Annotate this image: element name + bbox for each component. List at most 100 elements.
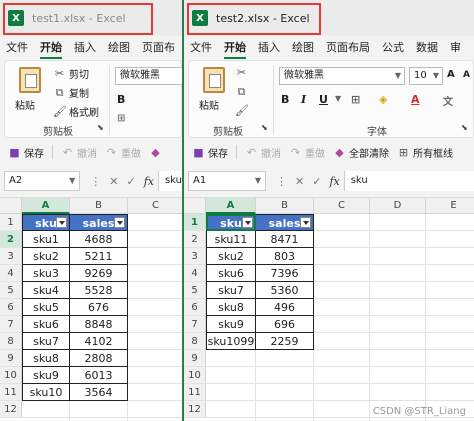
paste-button[interactable]: 粘贴: [199, 97, 219, 112]
sku-cell[interactable]: sku6: [206, 265, 256, 282]
row-header-7[interactable]: 7: [184, 316, 206, 333]
sales-cell[interactable]: 5528: [70, 282, 128, 299]
dialog-launcher-icon[interactable]: ⬊: [97, 123, 104, 132]
sku-cell[interactable]: sku11: [206, 231, 256, 248]
sku-cell[interactable]: sku6: [22, 316, 70, 333]
enter-icon[interactable]: ✓: [126, 175, 135, 188]
select-all-corner[interactable]: [0, 198, 22, 214]
row-header-3[interactable]: 3: [0, 248, 22, 265]
chevron-down-icon[interactable]: ▼: [335, 94, 341, 103]
tab-page-layout[interactable]: 页面布: [136, 38, 181, 58]
brush-icon[interactable]: 🖌: [235, 104, 251, 117]
row-header-12[interactable]: 12: [0, 401, 22, 418]
row-header-2[interactable]: 2: [184, 231, 206, 248]
column-header-b[interactable]: B: [256, 198, 314, 214]
save-button[interactable]: ■ 保存: [192, 145, 228, 160]
tab-data[interactable]: 数据: [410, 38, 444, 58]
sku-cell[interactable]: sku9: [206, 316, 256, 333]
column-header-a[interactable]: A: [22, 198, 70, 214]
sales-cell[interactable]: 5211: [70, 248, 128, 265]
row-header-10[interactable]: 10: [0, 367, 22, 384]
bold-button[interactable]: B: [281, 93, 289, 106]
filter-dropdown-icon[interactable]: [242, 217, 253, 228]
dialog-launcher-icon[interactable]: ⬊: [461, 123, 468, 132]
sku-cell[interactable]: sku3: [22, 265, 70, 282]
sku-cell[interactable]: sku1: [22, 231, 70, 248]
bold-button[interactable]: B: [117, 93, 125, 106]
paste-icon[interactable]: [19, 67, 41, 93]
format-painter-button[interactable]: 🖌 格式刷: [53, 104, 99, 119]
table-header-cell[interactable]: sku: [206, 214, 256, 231]
tab-file[interactable]: 文件: [0, 38, 34, 58]
row-header-1[interactable]: 1: [0, 214, 22, 231]
border-button[interactable]: ⊞: [117, 113, 125, 124]
insert-function-icon[interactable]: fx: [329, 175, 339, 188]
column-header-d[interactable]: D: [370, 198, 426, 214]
sales-cell[interactable]: 696: [256, 316, 314, 333]
fill-color-icon[interactable]: ◈: [379, 93, 387, 106]
sales-cell[interactable]: 803: [256, 248, 314, 265]
font-size-combo[interactable]: 10 ▼: [409, 67, 443, 85]
undo-button[interactable]: ↶ 撤消: [245, 145, 281, 160]
row-header-5[interactable]: 5: [184, 282, 206, 299]
sales-cell[interactable]: 7396: [256, 265, 314, 282]
tab-file[interactable]: 文件: [184, 38, 218, 58]
copy-button[interactable]: ⧉ 复制: [53, 85, 89, 100]
filter-dropdown-icon[interactable]: [114, 217, 125, 228]
clear-all-button[interactable]: ◆ 全部清除: [333, 145, 389, 160]
sku-cell[interactable]: sku8: [206, 299, 256, 316]
font-name-combo[interactable]: 微软雅黑 ▼: [279, 67, 405, 85]
tab-page-layout[interactable]: 页面布局: [320, 38, 376, 58]
row-header-7[interactable]: 7: [0, 316, 22, 333]
insert-function-icon[interactable]: fx: [144, 175, 154, 188]
row-header-1[interactable]: 1: [184, 214, 206, 231]
row-header-6[interactable]: 6: [184, 299, 206, 316]
font-name-combo[interactable]: 微软雅黑: [115, 67, 182, 85]
font-color-icon[interactable]: A: [411, 93, 420, 106]
save-button[interactable]: ■ 保存: [8, 145, 44, 160]
tab-formulas[interactable]: 公式: [376, 38, 410, 58]
name-box[interactable]: A2 ▼: [4, 171, 81, 191]
cancel-icon[interactable]: ✕: [295, 175, 304, 188]
table-header-cell[interactable]: sku: [22, 214, 70, 231]
select-all-corner[interactable]: [184, 198, 206, 214]
dialog-launcher-icon[interactable]: ⬊: [261, 123, 268, 132]
phonetic-icon[interactable]: 文: [443, 93, 453, 108]
enter-icon[interactable]: ✓: [312, 175, 321, 188]
sales-cell[interactable]: 4688: [70, 231, 128, 248]
row-header-11[interactable]: 11: [184, 384, 206, 401]
sku-cell[interactable]: sku1099: [206, 333, 256, 350]
filter-dropdown-icon[interactable]: [300, 217, 311, 228]
redo-button[interactable]: ↷ 重做: [105, 145, 141, 160]
formula-input[interactable]: sku: [157, 171, 182, 191]
sales-cell[interactable]: 2808: [70, 350, 128, 367]
row-header-4[interactable]: 4: [0, 265, 22, 282]
all-borders-button[interactable]: ⊞ 所有框线: [397, 145, 453, 160]
sku-cell[interactable]: sku7: [22, 333, 70, 350]
sales-cell[interactable]: 676: [70, 299, 128, 316]
table-header-cell[interactable]: sales: [256, 214, 314, 231]
copy-icon[interactable]: ⧉: [235, 85, 251, 98]
row-header-9[interactable]: 9: [0, 350, 22, 367]
row-header-9[interactable]: 9: [184, 350, 206, 367]
cancel-icon[interactable]: ✕: [109, 175, 118, 188]
row-header-10[interactable]: 10: [184, 367, 206, 384]
sales-cell[interactable]: 8848: [70, 316, 128, 333]
row-header-6[interactable]: 6: [0, 299, 22, 316]
sku-cell[interactable]: sku2: [206, 248, 256, 265]
eraser-icon[interactable]: ◆: [149, 146, 165, 159]
underline-button[interactable]: U: [319, 93, 328, 106]
sku-cell[interactable]: sku8: [22, 350, 70, 367]
sku-cell[interactable]: sku9: [22, 367, 70, 384]
paste-button[interactable]: 粘贴: [15, 97, 35, 112]
row-header-2[interactable]: 2: [0, 231, 22, 248]
row-header-8[interactable]: 8: [0, 333, 22, 350]
sales-cell[interactable]: 3564: [70, 384, 128, 401]
tab-home[interactable]: 开始: [34, 38, 68, 59]
cut-button[interactable]: ✂ 剪切: [53, 66, 89, 81]
undo-button[interactable]: ↶ 撤消: [61, 145, 97, 160]
chevron-down-icon[interactable]: ▼: [433, 68, 439, 84]
sku-cell[interactable]: sku4: [22, 282, 70, 299]
column-header-a[interactable]: A: [206, 198, 256, 214]
chevron-down-icon[interactable]: ▼: [69, 172, 75, 190]
